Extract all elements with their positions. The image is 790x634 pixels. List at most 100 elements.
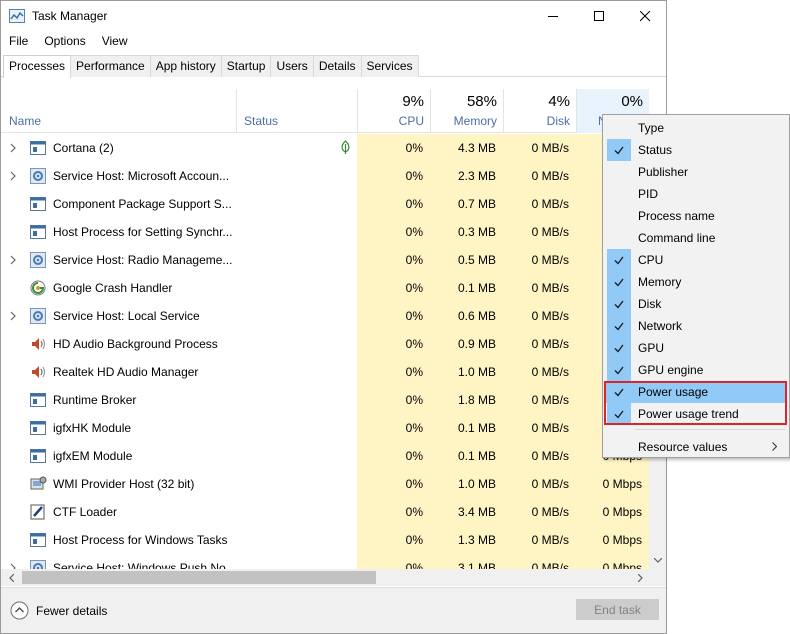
tab-processes[interactable]: Processes (3, 55, 72, 78)
context-menu-item-label: Type (638, 121, 665, 135)
cpu-cell: 0% (357, 134, 430, 162)
process-row[interactable]: Realtek HD Audio Manager 0% 1.0 MB 0 MB/s (1, 358, 649, 386)
context-menu-item[interactable]: Status (605, 139, 787, 161)
context-menu-item-label: CPU (638, 253, 664, 267)
memory-total-percent: 58% (466, 93, 497, 110)
process-row[interactable]: CTF Loader 0% 3.4 MB 0 MB/s 0 Mbps (1, 498, 649, 526)
memory-cell: 1.8 MB (430, 386, 503, 414)
tab-services[interactable]: Services (360, 55, 419, 77)
process-row[interactable]: Host Process for Setting Synchr... 0% 0.3 … (1, 218, 649, 246)
suspended-leaf-icon (340, 140, 351, 158)
close-icon (639, 11, 650, 22)
context-menu-item[interactable]: PID (605, 183, 787, 205)
process-row[interactable]: Google Crash Handler 0% 0.1 MB 0 MB/s (1, 274, 649, 302)
column-header-disk[interactable]: 4% Disk (503, 89, 576, 133)
context-menu-item-label: Publisher (638, 165, 689, 179)
context-menu-item[interactable]: CPU (605, 249, 787, 271)
scroll-left-button[interactable] (3, 569, 20, 586)
gear-icon (30, 252, 47, 268)
context-menu-item[interactable]: Memory (605, 271, 787, 293)
process-row[interactable]: Host Process for Windows Tasks 0% 1.3 MB 0 … (1, 526, 649, 554)
column-header-status-cell[interactable]: Status (236, 89, 357, 133)
cpu-cell: 0% (357, 274, 430, 302)
tab-app-history[interactable]: App history (149, 55, 222, 77)
process-row[interactable]: Component Package Support S... 0% 0.7 MB 0 … (1, 190, 649, 218)
disk-cell: 0 MB/s (503, 302, 576, 330)
annotation-highlight-box (604, 381, 787, 425)
process-row[interactable]: igfxEM Module0%0.1 MB0 MB/s0 Mbps (1, 442, 649, 470)
scroll-right-button[interactable] (632, 569, 649, 586)
menu-file[interactable]: File (1, 32, 36, 52)
cpu-cell: 0% (357, 554, 430, 569)
process-row[interactable]: Runtime Broker 0% 1.8 MB 0 MB/s (1, 386, 649, 414)
network-cell: 0 Mbps (576, 498, 649, 526)
expand-chevron-icon[interactable] (10, 310, 18, 321)
context-menu-item[interactable]: Command line (605, 227, 787, 249)
minimize-icon (547, 16, 558, 17)
context-menu-item[interactable]: Process name (605, 205, 787, 227)
context-menu-item[interactable]: GPU (605, 337, 787, 359)
context-menu-resource-values[interactable]: Resource values (605, 436, 787, 458)
checkbox-indicator (607, 271, 631, 293)
window-icon (30, 420, 47, 436)
process-row[interactable]: Cortana (2) 0% 4.3 MB 0 MB/s (1, 134, 649, 162)
checkbox-indicator (607, 337, 631, 359)
column-header-cpu[interactable]: 9% CPU (357, 89, 430, 133)
checkbox-indicator (607, 249, 631, 271)
scroll-down-button[interactable] (649, 552, 666, 569)
expand-chevron-icon[interactable] (10, 562, 18, 569)
minimize-button[interactable] (530, 1, 576, 32)
context-menu-item[interactable]: GPU engine (605, 359, 787, 381)
memory-cell: 3.1 MB (430, 554, 503, 569)
disk-cell: 0 MB/s (503, 526, 576, 554)
horizontal-scroll-thumb[interactable] (22, 571, 376, 584)
context-menu-item[interactable]: Network (605, 315, 787, 337)
checkbox-indicator (607, 315, 631, 337)
context-menu-item[interactable]: Type (605, 117, 787, 139)
context-menu-item-label: GPU engine (638, 363, 704, 377)
fewer-details-chevron-up-icon[interactable] (10, 601, 29, 623)
context-menu-item[interactable]: Publisher (605, 161, 787, 183)
tab-performance[interactable]: Performance (70, 55, 151, 77)
memory-cell: 0.5 MB (430, 246, 503, 274)
cpu-cell: 0% (357, 442, 430, 470)
end-task-button[interactable]: End task (576, 599, 659, 620)
cpu-total-percent: 9% (402, 93, 424, 110)
scrollbar-corner (649, 569, 666, 586)
process-row[interactable]: Service Host: Windows Push No... 0% 3.1 MB… (1, 554, 649, 569)
column-header-name[interactable]: Name (9, 114, 41, 128)
process-row[interactable]: Service Host: Radio Manageme... 0% 0.5 MB 0… (1, 246, 649, 274)
tab-users[interactable]: Users (270, 55, 314, 77)
expand-chevron-icon[interactable] (10, 142, 18, 153)
memory-cell: 1.0 MB (430, 470, 503, 498)
disk-cell: 0 MB/s (503, 190, 576, 218)
gear-icon (30, 308, 47, 324)
context-menu-item-label: Status (638, 143, 673, 157)
process-row[interactable]: Service Host: Local Service 0% 0.6 MB 0 MB/… (1, 302, 649, 330)
menu-options[interactable]: Options (36, 32, 93, 52)
process-name: Realtek HD Audio Manager (53, 365, 199, 379)
memory-cell: 0.9 MB (430, 330, 503, 358)
expand-chevron-icon[interactable] (10, 170, 18, 181)
tab-details[interactable]: Details (312, 55, 362, 77)
expand-chevron-icon[interactable] (10, 254, 18, 265)
context-menu-item-label: Disk (638, 297, 662, 311)
disk-cell: 0 MB/s (503, 470, 576, 498)
context-menu-item[interactable]: Disk (605, 293, 787, 315)
cpu-cell: 0% (357, 358, 430, 386)
horizontal-scrollbar[interactable] (1, 569, 649, 586)
column-header-memory[interactable]: 58% Memory (430, 89, 503, 133)
maximize-button[interactable] (576, 1, 622, 32)
process-row[interactable]: igfxHK Module 0% 0.1 MB 0 MB/s (1, 414, 649, 442)
network-cell: 0 Mbps (576, 470, 649, 498)
disk-cell: 0 MB/s (503, 442, 576, 470)
process-name: WMI Provider Host (32 bit) (53, 477, 195, 491)
close-button[interactable] (622, 1, 666, 32)
menu-view[interactable]: View (94, 32, 136, 52)
context-menu-item-label: GPU (638, 341, 665, 355)
process-row[interactable]: WMI Provider Host (32 bit) 0% 1.0 MB 0 MB/s… (1, 470, 649, 498)
tab-startup[interactable]: Startup (220, 55, 272, 77)
process-row[interactable]: HD Audio Background Process 0% 0.9 MB 0 MB/… (1, 330, 649, 358)
process-row[interactable]: Service Host: Microsoft Accoun... 0% 2.3 M… (1, 162, 649, 190)
fewer-details-link[interactable]: Fewer details (36, 604, 107, 618)
